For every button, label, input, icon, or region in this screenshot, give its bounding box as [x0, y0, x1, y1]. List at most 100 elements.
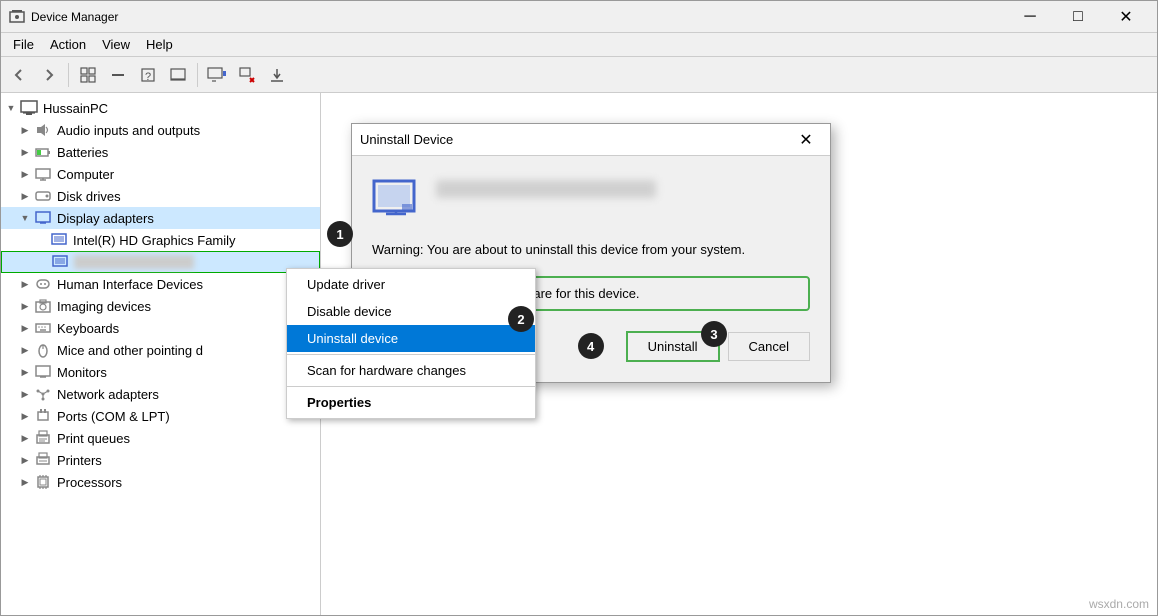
network-icon: [33, 384, 53, 404]
tree-ports-label: Ports (COM & LPT): [57, 409, 170, 424]
computer-icon: [19, 98, 39, 118]
device-icon: [372, 176, 420, 224]
dialog-title: Uninstall Device: [360, 132, 790, 147]
disk-icon: [33, 186, 53, 206]
tree-display2-label: [74, 255, 194, 269]
toolbar: ?: [1, 57, 1157, 93]
toolbar-forward[interactable]: [35, 61, 63, 89]
tree-display-label: Display adapters: [57, 211, 154, 226]
ctx-uninstall[interactable]: Uninstall device: [287, 325, 535, 352]
device-tree[interactable]: ▼ HussainPC ▶: [1, 93, 321, 615]
printqueues-expand-icon: ▶: [17, 427, 33, 449]
keyboards-expand-icon: ▶: [17, 317, 33, 339]
tree-root[interactable]: ▼ HussainPC: [1, 97, 320, 119]
processors-expand-icon: ▶: [17, 471, 33, 493]
tree-monitors-label: Monitors: [57, 365, 107, 380]
mice-expand-icon: ▶: [17, 339, 33, 361]
tree-intel-label: Intel(R) HD Graphics Family: [73, 233, 236, 248]
tree-network[interactable]: ▶ Network adapters: [1, 383, 320, 405]
close-button[interactable]: ✕: [1103, 2, 1149, 32]
toolbar-monitor[interactable]: [203, 61, 231, 89]
ctx-scan[interactable]: Scan for hardware changes: [287, 357, 535, 384]
minimize-button[interactable]: ─: [1007, 2, 1053, 32]
main-content: ▼ HussainPC ▶: [1, 93, 1157, 615]
tree-display[interactable]: ▼ Display adapters: [1, 207, 320, 229]
display2-expand-icon: [34, 251, 50, 273]
intel-icon: [49, 230, 69, 250]
monitors-expand-icon: ▶: [17, 361, 33, 383]
tree-imaging-label: Imaging devices: [57, 299, 151, 314]
cancel-button[interactable]: Cancel: [728, 332, 810, 361]
network-expand-icon: ▶: [17, 383, 33, 405]
tree-processors[interactable]: ▶ Processors: [1, 471, 320, 493]
toolbar-back[interactable]: [5, 61, 33, 89]
tree-audio-label: Audio inputs and outputs: [57, 123, 200, 138]
toolbar-collapse[interactable]: [104, 61, 132, 89]
tree-printqueues[interactable]: ▶ Print queues: [1, 427, 320, 449]
dialog-close-button[interactable]: ✕: [790, 125, 822, 155]
tree-disk[interactable]: ▶ Disk drives: [1, 185, 320, 207]
display-icon: [33, 208, 53, 228]
tree-monitors[interactable]: ▶ Monitors: [1, 361, 320, 383]
imaging-icon: [33, 296, 53, 316]
tree-printers-label: Printers: [57, 453, 102, 468]
tree-keyboards[interactable]: ▶ Keyboards: [1, 317, 320, 339]
menu-action[interactable]: Action: [42, 35, 94, 54]
maximize-button[interactable]: □: [1055, 2, 1101, 32]
tree-hid[interactable]: ▶ Human Interface Devices: [1, 273, 320, 295]
svg-text:?: ?: [145, 71, 151, 83]
ctx-sep2: [287, 386, 535, 387]
hid-icon: [33, 274, 53, 294]
tree-audio[interactable]: ▶ Audio inputs and outputs: [1, 119, 320, 141]
ctx-disable[interactable]: Disable device: [287, 298, 535, 325]
toolbar-expand[interactable]: [74, 61, 102, 89]
toolbar-download[interactable]: [263, 61, 291, 89]
processors-icon: [33, 472, 53, 492]
device-manager-window: Device Manager ─ □ ✕ File Action View He…: [0, 0, 1158, 616]
step-badge-4: 4: [578, 333, 604, 359]
menu-bar: File Action View Help: [1, 33, 1157, 57]
tree-hid-label: Human Interface Devices: [57, 277, 203, 292]
computer-expand-icon: ▶: [17, 163, 33, 185]
batteries-expand-icon: ▶: [17, 141, 33, 163]
dialog-warning-text: Warning: You are about to uninstall this…: [372, 240, 810, 260]
ctx-update[interactable]: Update driver: [287, 271, 535, 298]
tree-keyboards-label: Keyboards: [57, 321, 119, 336]
device-name-blurred: [436, 176, 656, 198]
tree-printers[interactable]: ▶ Printers: [1, 449, 320, 471]
tree-disk-label: Disk drives: [57, 189, 121, 204]
ports-expand-icon: ▶: [17, 405, 33, 427]
menu-help[interactable]: Help: [138, 35, 181, 54]
menu-file[interactable]: File: [5, 35, 42, 54]
audio-expand-icon: ▶: [17, 119, 33, 141]
keyboards-icon: [33, 318, 53, 338]
tree-computer[interactable]: ▶ Computer: [1, 163, 320, 185]
display2-icon: [50, 252, 70, 272]
toolbar-remove[interactable]: [233, 61, 261, 89]
ctx-properties[interactable]: Properties: [287, 389, 535, 416]
window-icon: [9, 9, 25, 25]
tree-batteries-label: Batteries: [57, 145, 108, 160]
ports-icon: [33, 406, 53, 426]
context-menu: Update driver Disable device Uninstall d…: [286, 268, 536, 419]
tree-intel[interactable]: Intel(R) HD Graphics Family: [1, 229, 320, 251]
dialog-titlebar: Uninstall Device ✕: [352, 124, 830, 156]
computer-icon2: [33, 164, 53, 184]
tree-display2[interactable]: [1, 251, 320, 273]
toolbar-sep1: [68, 63, 69, 87]
printqueues-icon: [33, 428, 53, 448]
tree-batteries[interactable]: ▶ Batteries: [1, 141, 320, 163]
toolbar-help[interactable]: ?: [134, 61, 162, 89]
disk-expand-icon: ▶: [17, 185, 33, 207]
tree-imaging[interactable]: ▶ Imaging devices: [1, 295, 320, 317]
tree-network-label: Network adapters: [57, 387, 159, 402]
window-title: Device Manager: [31, 10, 1007, 24]
step-badge-1: 1: [327, 221, 353, 247]
tree-mice[interactable]: ▶ Mice and other pointing d: [1, 339, 320, 361]
intel-expand-icon: [33, 229, 49, 251]
tree-ports[interactable]: ▶ Ports (COM & LPT): [1, 405, 320, 427]
menu-view[interactable]: View: [94, 35, 138, 54]
toolbar-console[interactable]: [164, 61, 192, 89]
watermark: wsxdn.com: [1089, 597, 1149, 611]
tree-mice-label: Mice and other pointing d: [57, 343, 203, 358]
